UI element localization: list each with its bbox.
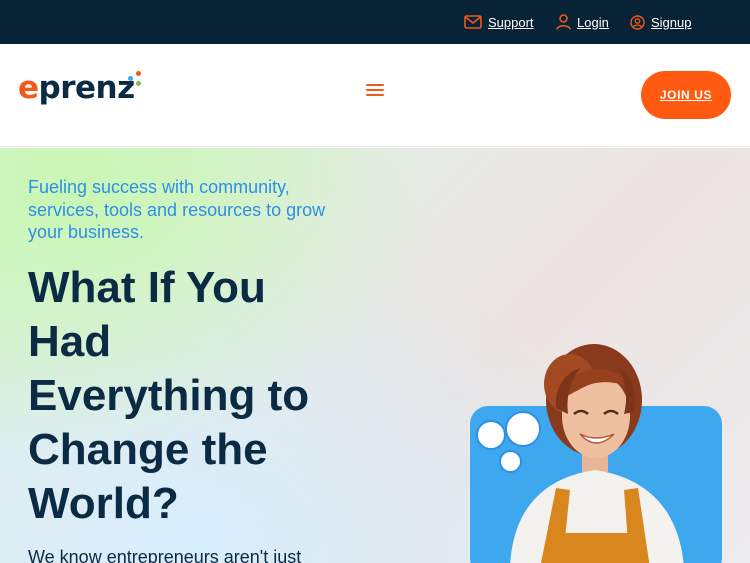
login-link[interactable]: Login	[556, 13, 609, 31]
site-header: eprenz JOIN US	[0, 44, 750, 147]
support-link[interactable]: Support	[464, 13, 534, 31]
eprenz-logo[interactable]: eprenz	[18, 68, 135, 108]
login-label: Login	[577, 14, 609, 30]
envelope-icon	[464, 15, 482, 29]
logo-first-letter: e	[18, 70, 39, 106]
logo-dot-green	[136, 81, 141, 86]
hero-section: Fueling success with community, services…	[0, 148, 750, 563]
support-label: Support	[488, 14, 534, 30]
headline-line: What If You	[28, 263, 266, 312]
hamburger-icon[interactable]	[364, 81, 386, 99]
headline-line: Everything to	[28, 371, 310, 420]
headline-line: Change the	[28, 425, 268, 474]
smiling-woman-photo	[510, 344, 684, 563]
signup-link[interactable]: Signup	[630, 13, 691, 31]
signup-label: Signup	[651, 14, 692, 30]
hero-subtext: We know entrepreneurs aren't just	[28, 547, 302, 563]
join-us-button[interactable]: JOIN US	[641, 71, 731, 119]
user-circle-icon	[630, 14, 645, 30]
logo-dots	[125, 70, 143, 90]
logo-rest: prenz	[38, 70, 136, 106]
headline-line: Had	[28, 317, 112, 366]
logo-dot-blue	[128, 76, 133, 81]
hero-tagline: Fueling success with community, services…	[28, 177, 326, 242]
headline-line: World?	[28, 479, 179, 528]
top-utility-bar: Support Login Signup	[0, 0, 750, 44]
logo-dot-orange	[136, 71, 141, 76]
user-icon	[556, 14, 571, 30]
hero-headline: What If You Had Everything to Change the…	[28, 261, 348, 531]
